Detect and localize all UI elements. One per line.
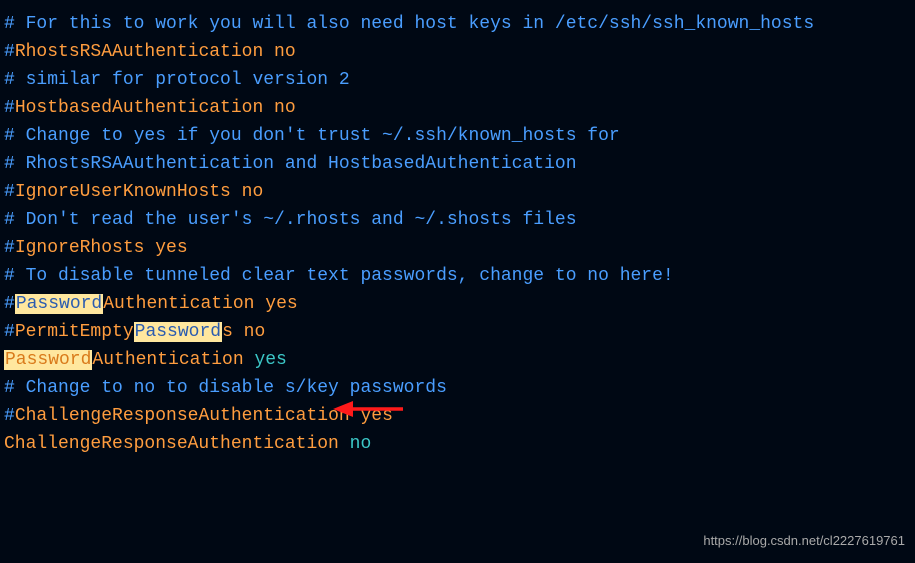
comment-line: # Don't read the user's ~/.rhosts and ~/…: [4, 206, 911, 234]
hash: #: [4, 238, 15, 258]
search-highlight: Password: [15, 294, 103, 314]
comment-line: # similar for protocol version 2: [4, 66, 911, 94]
config-line-active: PasswordAuthentication yes: [4, 346, 911, 374]
hash: #: [4, 42, 15, 62]
comment-line: # Change to no to disable s/key password…: [4, 374, 911, 402]
config-line: #PermitEmptyPasswords no: [4, 318, 911, 346]
config-line: #IgnoreUserKnownHosts no: [4, 178, 911, 206]
config-line: #HostbasedAuthentication no: [4, 94, 911, 122]
directive-value: no: [233, 322, 265, 342]
hash: #: [4, 98, 15, 118]
directive-value: yes: [254, 350, 286, 370]
directive: Authentication yes: [103, 294, 297, 314]
directive: HostbasedAuthentication no: [15, 98, 296, 118]
directive: IgnoreUserKnownHosts no: [15, 182, 263, 202]
directive: PermitEmpty: [15, 322, 134, 342]
search-highlight: Password: [4, 350, 92, 370]
hash: #: [4, 406, 15, 426]
directive: s: [222, 322, 233, 342]
directive-value: no: [350, 434, 372, 454]
config-line: #IgnoreRhosts yes: [4, 234, 911, 262]
directive: ChallengeResponseAuthentication yes: [15, 406, 393, 426]
config-file-view: # For this to work you will also need ho…: [4, 10, 911, 458]
comment-line: # To disable tunneled clear text passwor…: [4, 262, 911, 290]
config-line: #RhostsRSAAuthentication no: [4, 38, 911, 66]
search-highlight: Password: [134, 322, 222, 342]
directive: ChallengeResponseAuthentication: [4, 434, 350, 454]
directive: RhostsRSAAuthentication no: [15, 42, 296, 62]
hash: #: [4, 182, 15, 202]
watermark-text: https://blog.csdn.net/cl2227619761: [703, 527, 905, 555]
comment-line: # For this to work you will also need ho…: [4, 10, 911, 38]
directive: Authentication: [92, 350, 254, 370]
config-line: #ChallengeResponseAuthentication yes: [4, 402, 911, 430]
config-line: #PasswordAuthentication yes: [4, 290, 911, 318]
config-line-active: ChallengeResponseAuthentication no: [4, 430, 911, 458]
comment-line: # RhostsRSAAuthentication and HostbasedA…: [4, 150, 911, 178]
directive: IgnoreRhosts yes: [15, 238, 188, 258]
hash: #: [4, 294, 15, 314]
comment-line: # Change to yes if you don't trust ~/.ss…: [4, 122, 911, 150]
hash: #: [4, 322, 15, 342]
